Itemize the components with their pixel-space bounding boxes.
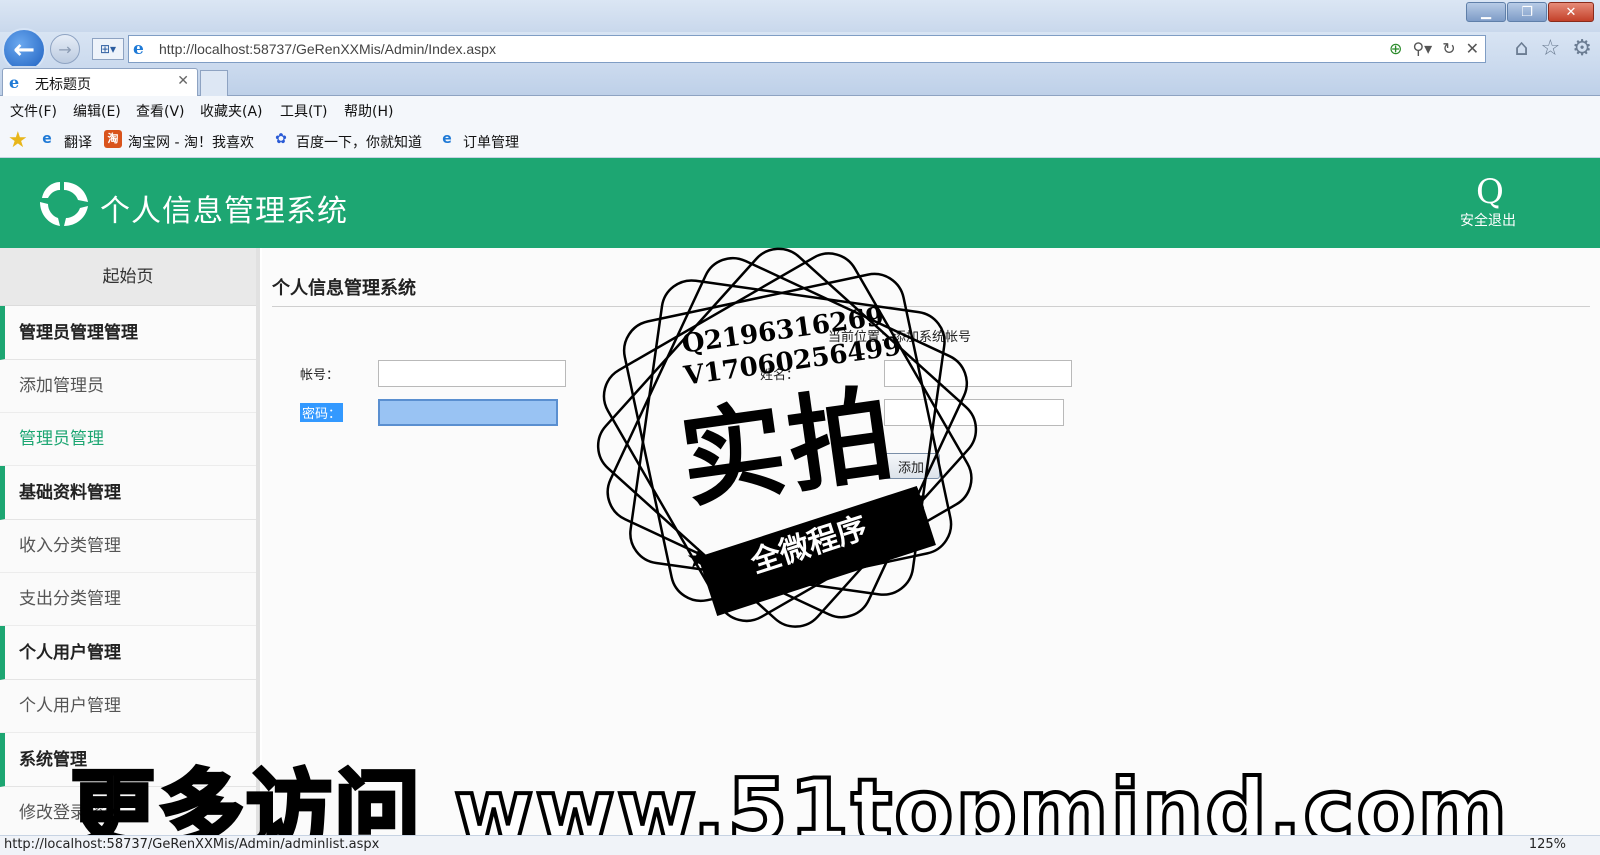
tab-active[interactable]: e 无标题页 ✕ [2,68,198,96]
ie-page-icon: e [133,39,144,59]
sidebar-home[interactable]: 起始页 [0,248,256,306]
home-icon[interactable]: ⌂ [1515,36,1529,61]
baidu-paw-icon: ✿ [275,131,287,147]
favorites-bar: ★ e 翻译 淘 淘宝网 - 淘！我喜欢 ✿ 百度一下，你就知道 e 订单管理 [0,124,1600,158]
favorites-star-icon[interactable]: ★ [8,128,28,153]
sidebar-item-manage-users[interactable]: 个人用户管理 [0,680,256,733]
ie-tab-icon: e [9,73,20,92]
status-bar: http://localhost:58737/GeRenXXMis/Admin/… [0,835,1600,855]
ie-fav-icon: e [42,131,52,147]
address-tools: ⊕ ⚲▾ ↻ ✕ [1389,39,1479,58]
sidebar-group-admin[interactable]: 管理员管理管理 [0,306,256,360]
sidebar-group-basic-data[interactable]: 基础资料管理 [0,466,256,520]
close-window-button[interactable]: ✕ [1548,2,1594,22]
account-label: 帐号： [300,368,340,383]
menu-view[interactable]: 查看(V) [136,101,185,121]
menu-bar: 文件(F) 编辑(E) 查看(V) 收藏夹(A) 工具(T) 帮助(H) [0,96,1600,124]
sidebar-item-add-admin[interactable]: 添加管理员 [0,360,256,413]
search-icon[interactable]: ⚲▾ [1412,39,1432,58]
minimize-button[interactable]: ▁ [1466,2,1506,22]
page-title: 个人信息管理系统 [272,278,416,299]
sidebar-group-users[interactable]: 个人用户管理 [0,626,256,680]
fav-taobao[interactable]: 淘宝网 - 淘！我喜欢 [128,132,254,152]
logout-button[interactable]: 安全退出 [1460,210,1516,230]
compatibility-icon: ⊞▾ [99,42,117,56]
close-tab-icon[interactable]: ✕ [177,73,189,89]
zoom-level[interactable]: 125% [1529,837,1566,852]
ie-fav-icon-2: e [442,131,452,147]
menu-tools[interactable]: 工具(T) [280,101,327,121]
window-controls: ▁ ❐ ✕ [1465,2,1594,22]
account-input[interactable] [378,360,566,387]
new-tab-button[interactable] [200,70,228,96]
browser-title-bar: ▁ ❐ ✕ [0,0,1600,32]
stamp-star-icon-2: ★ [905,482,931,515]
status-url: http://localhost:58737/GeRenXXMis/Admin/… [4,837,380,852]
password-label: 密码： [300,403,344,422]
logout-icon[interactable]: Q [1476,172,1504,212]
back-arrow-icon: ← [13,35,35,65]
restore-button[interactable]: ❐ [1507,2,1547,22]
logo-icon [40,182,88,226]
menu-help[interactable]: 帮助(H) [344,101,393,121]
tab-row: e 无标题页 ✕ [0,66,1600,96]
compatibility-view-button[interactable]: ⊞▾ [92,38,124,60]
favorites-star-icon[interactable]: ☆ [1541,36,1561,61]
sidebar-item-manage-admin[interactable]: 管理员管理 [0,413,256,466]
refresh-icon[interactable]: ↻ [1442,39,1455,58]
forward-arrow-icon: → [58,39,72,59]
gear-icon[interactable]: ⚙ [1572,36,1592,61]
tab-title: 无标题页 [35,77,91,93]
sidebar-item-income-category[interactable]: 收入分类管理 [0,520,256,573]
url-text[interactable]: http://localhost:58737/GeRenXXMis/Admin/… [159,41,496,57]
sidebar-item-expense-category[interactable]: 支出分类管理 [0,573,256,626]
fav-orders[interactable]: 订单管理 [463,132,519,152]
app-title: 个人信息管理系统 [100,194,348,229]
stop-icon[interactable]: ✕ [1466,39,1479,58]
browser-tool-icons: ⌂ ☆ ⚙ [1515,36,1592,61]
forward-button[interactable]: → [50,34,80,64]
menu-favorites[interactable]: 收藏夹(A) [200,101,263,121]
taobao-icon: 淘 [104,130,122,148]
password-input[interactable] [378,399,558,426]
fav-baidu[interactable]: 百度一下，你就知道 [296,132,422,152]
menu-file[interactable]: 文件(F) [10,101,57,121]
fav-translate[interactable]: 翻译 [64,132,92,152]
address-bar[interactable]: e http://localhost:58737/GeRenXXMis/Admi… [128,35,1486,63]
security-icon[interactable]: ⊕ [1389,39,1402,58]
menu-edit[interactable]: 编辑(E) [73,101,121,121]
stamp-star-icon: ★ [686,542,712,575]
